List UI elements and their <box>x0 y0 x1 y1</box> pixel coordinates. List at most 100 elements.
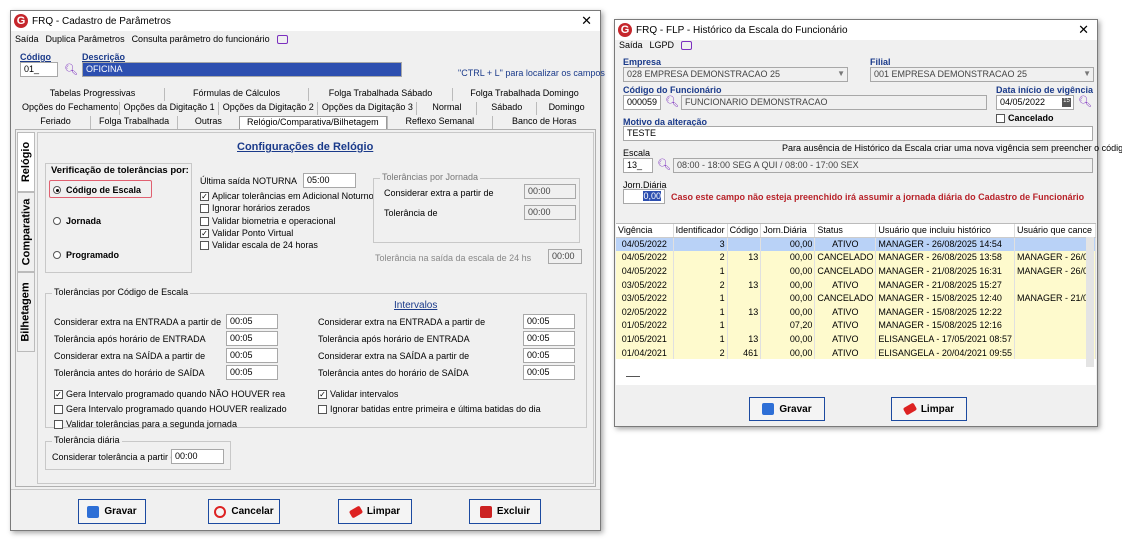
left-row-3-input[interactable]: 00:05 <box>226 348 278 363</box>
table-row[interactable]: 01/05/2022 1 07,20 ATIVO MANAGER - 15/08/202… <box>616 318 1097 333</box>
table-row[interactable]: 04/05/2022 1 00,00 CANCELADO MANAGER - 21/08… <box>616 264 1097 278</box>
tab-relogio-comparativa[interactable]: Relógio/Comparativa/Bilhetagem <box>238 116 388 129</box>
gravar-button-right[interactable]: Gravar <box>749 397 825 421</box>
table-row[interactable]: 02/05/2022 1 13 00,00 ATIVO MANAGER - 15/08/2… <box>616 304 1097 319</box>
tab-digitacao-3[interactable]: Opções da Digitação 3 <box>317 102 416 115</box>
close-icon[interactable]: ✕ <box>1078 22 1089 38</box>
gravar-button[interactable]: Gravar <box>78 499 146 524</box>
check-segunda-jornada[interactable]: Validar tolerâncias para a segunda jorna… <box>54 419 237 429</box>
menu-duplica[interactable]: Duplica Parâmetros <box>46 34 125 44</box>
tab-opcoes-fechamento[interactable]: Opções do Fechamento <box>21 102 119 115</box>
right-row-3-label: Considerar extra na SAÍDA a partir de <box>318 351 470 361</box>
cancelado-check[interactable]: Cancelado <box>996 113 1054 123</box>
jorn-warning: Caso este campo não esteja preenchido ir… <box>671 192 1085 202</box>
right-row-2-input[interactable]: 00:05 <box>523 331 575 346</box>
table-cell: MANAGER - 26/08/2025 13:58 <box>875 250 1015 265</box>
codfunc-input[interactable]: 000059 <box>623 95 661 110</box>
left-row-4-input[interactable]: 00:05 <box>226 365 278 380</box>
right-row-3-input[interactable]: 00:05 <box>523 348 575 363</box>
menu-consulta[interactable]: Consulta parâmetro do funcionário <box>132 34 270 44</box>
menu-lgpd[interactable]: LGPD <box>650 40 675 50</box>
table-row[interactable]: 03/05/2022 1 00,00 CANCELADO MANAGER - 15/08… <box>616 291 1097 305</box>
ultima-input[interactable]: 05:00 <box>303 173 356 188</box>
codfunc-label: Código do Funcionário <box>623 85 722 95</box>
tab-digitacao-2[interactable]: Opções da Digitação 2 <box>218 102 317 115</box>
table-cell: ATIVO <box>814 332 877 346</box>
check-aplicar[interactable]: ✓ Aplicar tolerâncias em Adicional Noturn… <box>200 191 374 201</box>
escala-label: Escala <box>623 148 651 158</box>
limpar-button-right[interactable]: Limpar <box>891 397 967 421</box>
table-cell: 2 <box>673 277 728 292</box>
right-row-4-input[interactable]: 00:05 <box>523 365 575 380</box>
table-cell: 1 <box>673 318 728 333</box>
tab-outras[interactable]: Outras <box>177 116 238 129</box>
descricao-input[interactable]: OFICINA <box>82 62 402 77</box>
tab-formulas[interactable]: Fórmulas de Cálculos <box>164 88 308 101</box>
tab-normal[interactable]: Normal <box>416 102 476 115</box>
check-validar-intervalos[interactable]: ✓ Validar intervalos <box>318 389 398 399</box>
excluir-button[interactable]: Excluir <box>469 499 541 524</box>
extra-input[interactable]: 00:00 <box>524 184 576 199</box>
radio-codigo-escala[interactable]: Código de Escala <box>53 185 141 195</box>
radio-programado[interactable]: Programado <box>53 250 119 260</box>
toler-input[interactable]: 00:00 <box>524 205 576 220</box>
table-cell <box>727 264 762 278</box>
tab-folga-trabalhada[interactable]: Folga Trabalhada <box>89 116 177 129</box>
empresa-select[interactable]: 028 EMPRESA DEMONSTRACAO 25 ▼ <box>623 67 848 82</box>
right-row-1-input[interactable]: 00:05 <box>523 314 575 329</box>
vtab-comparativa[interactable]: Comparativa <box>17 192 35 272</box>
menu-saida[interactable]: Saída <box>15 34 39 44</box>
tol24-input[interactable]: 00:00 <box>548 249 582 264</box>
codigo-input[interactable]: 01_ <box>20 62 58 77</box>
close-icon[interactable]: ✕ <box>581 13 592 29</box>
filial-select[interactable]: 001 EMPRESA DEMONSTRACAO 25 ▼ <box>870 67 1094 82</box>
table-cell: 01/05/2021 <box>616 332 674 346</box>
table-row[interactable]: 03/05/2022 2 13 00,00 ATIVO MANAGER - 21/08/2… <box>616 277 1097 292</box>
tab-digitacao-1[interactable]: Opções da Digitação 1 <box>119 102 218 115</box>
table-row[interactable]: 01/04/2021 2 461 00,00 ATIVO ELISANGELA - 20/… <box>616 345 1097 360</box>
motivo-input[interactable]: TESTE <box>623 126 1093 141</box>
vtab-bilhetagem[interactable]: Bilhetagem <box>17 272 35 352</box>
check-ignorar-batidas[interactable]: Ignorar batidas entre primeira e última … <box>318 404 541 414</box>
left-row-1-input[interactable]: 00:05 <box>226 314 278 329</box>
check-ponto-virtual[interactable]: ✓ Validar Ponto Virtual <box>200 228 293 238</box>
table-cell: MANAGER - 15/08/2025 12:22 <box>875 304 1015 319</box>
table-row[interactable]: 04/05/2022 3 00,00 ATIVO MANAGER - 26/08/202… <box>616 237 1097 251</box>
tab-folga-sabado[interactable]: Folga Trabalhada Sábado <box>308 88 452 101</box>
chat-icon[interactable] <box>681 40 693 50</box>
left-row-2-input[interactable]: 00:05 <box>226 331 278 346</box>
tab-domingo[interactable]: Domingo <box>536 102 596 115</box>
scrollbar[interactable] <box>1086 237 1094 367</box>
vigencia-input[interactable]: 04/05/2022 15 <box>996 95 1074 110</box>
tab-folga-domingo[interactable]: Folga Trabalhada Domingo <box>452 88 596 101</box>
search-icon[interactable]: 🔍︎ <box>657 158 671 171</box>
tab-feriado[interactable]: Feriado <box>21 116 90 129</box>
jorn-input[interactable]: 0,00 <box>623 189 665 204</box>
check-gera-nao-houver[interactable]: ✓ Gera Intervalo programado quando NÃO HO… <box>54 389 285 399</box>
table-row[interactable]: 01/05/2021 1 13 00,00 ATIVO ELISANGELA - 17/0… <box>616 332 1097 346</box>
check-ignorar[interactable]: Ignorar horários zerados <box>200 203 310 213</box>
table-cell: MANAGER - 21/08/2025 16:31 <box>875 264 1015 278</box>
tab-banco-horas[interactable]: Banco de Horas <box>491 116 596 129</box>
search-icon[interactable]: 🔍︎ <box>64 63 78 76</box>
tab-sabado[interactable]: Sábado <box>476 102 536 115</box>
check-escala-24[interactable]: Validar escala de 24 horas <box>200 240 318 250</box>
vtab-relogio[interactable]: Relógio <box>17 132 35 192</box>
tol-diaria-input[interactable]: 00:00 <box>171 449 224 464</box>
escala-input[interactable]: 13_ <box>623 158 653 173</box>
table-cell: 00,00 <box>760 237 816 251</box>
check-gera-houver[interactable]: Gera Intervalo programado quando HOUVER … <box>54 404 287 414</box>
tol-codigo-group: Tolerâncias por Código de Escala Interva… <box>45 287 587 429</box>
table-row[interactable]: 04/05/2022 2 13 00,00 CANCELADO MANAGER - 26/… <box>616 250 1097 265</box>
radio-jornada[interactable]: Jornada <box>53 216 101 226</box>
chat-icon[interactable] <box>276 34 288 44</box>
tab-tabelas[interactable]: Tabelas Progressivas <box>21 88 164 101</box>
menu-saida-right[interactable]: Saída <box>619 40 643 50</box>
search-icon[interactable]: 🔍︎ <box>1078 95 1092 108</box>
tab-reflexo-semanal[interactable]: Reflexo Semanal <box>387 116 491 129</box>
limpar-button[interactable]: Limpar <box>338 499 412 524</box>
cancelar-button[interactable]: Cancelar <box>208 499 280 524</box>
check-biometria[interactable]: Validar biometria e operacional <box>200 216 335 226</box>
search-icon[interactable]: 🔍︎ <box>665 95 679 108</box>
tol-codigo-label: Tolerâncias por Código de Escala <box>52 287 191 297</box>
